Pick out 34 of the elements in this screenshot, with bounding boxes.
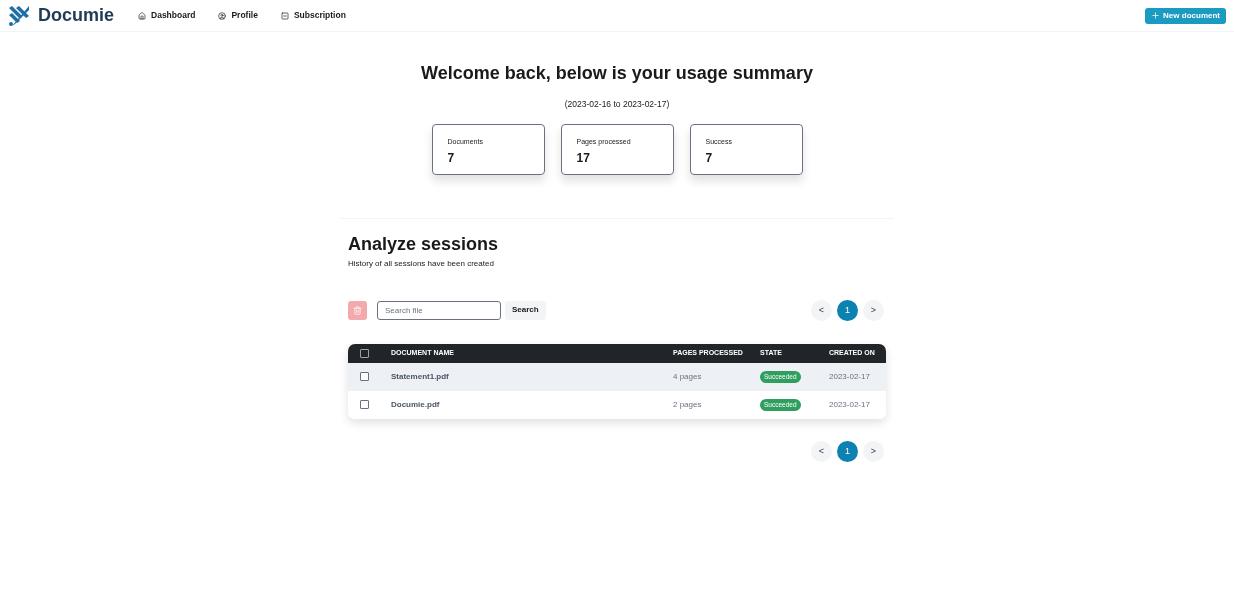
date-cell: 2023-02-17: [829, 398, 870, 411]
nav-link[interactable]: Dashboard: [138, 9, 196, 22]
stat-value: 7: [447, 150, 456, 168]
next-page-button[interactable]: >: [863, 440, 884, 462]
search-button[interactable]: Search: [505, 300, 546, 320]
pages-cell-text: 2 pages: [673, 398, 703, 411]
document-icon: [280, 11, 289, 20]
nav-link[interactable]: Subscription: [280, 9, 346, 22]
user-icon: [218, 11, 227, 20]
pages-cell-text: 4 pages: [673, 370, 703, 383]
stat-value: 17: [576, 150, 591, 168]
page-button[interactable]: 1: [837, 440, 858, 462]
checkbox[interactable]: [360, 348, 369, 358]
nav-link[interactable]: Profile: [218, 9, 258, 22]
sessions-title: Analyze sessions: [348, 232, 500, 256]
brand-name: Documie: [38, 4, 115, 27]
previous-page-button[interactable]: <: [811, 299, 832, 321]
document-name: Statement1.pdf: [391, 370, 450, 383]
page-button[interactable]: 1: [837, 299, 858, 321]
summary-title: Welcome back, below is your usage summary: [421, 62, 813, 85]
search-field[interactable]: Search file: [377, 300, 501, 320]
stat-value: 7: [705, 150, 714, 168]
logo-icon: [8, 4, 30, 27]
previous-page-button[interactable]: <: [811, 440, 832, 462]
home-icon: [138, 11, 147, 20]
document-name: Documie.pdf: [391, 398, 441, 411]
date-cell: 2023-02-17: [829, 370, 870, 383]
next-page-button[interactable]: >: [863, 299, 884, 321]
trash-icon: [353, 305, 362, 315]
checkbox[interactable]: [360, 400, 369, 410]
date-range: (2023-02-16 to 2023-02-17): [564, 98, 670, 111]
sessions-subtitle: History of all sessions have been created: [348, 257, 495, 270]
plus-icon: [1151, 11, 1161, 20]
checkbox[interactable]: [360, 372, 369, 382]
